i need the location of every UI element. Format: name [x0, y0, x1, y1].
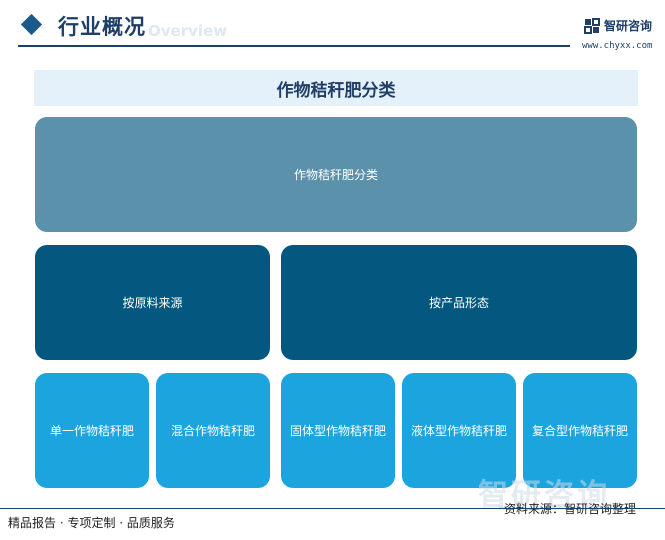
- leaf-node-single-crop: 单一作物秸秆肥: [35, 373, 149, 488]
- diagram-title-banner: 作物秸秆肥分类: [34, 70, 638, 106]
- logo-icon: [584, 18, 600, 34]
- leaf-node-mixed-crop: 混合作物秸秆肥: [156, 373, 270, 488]
- diamond-icon: [20, 13, 43, 36]
- footer-divider: [0, 508, 665, 509]
- header-divider: [18, 45, 570, 47]
- leaf-node-solid: 固体型作物秸秆肥: [281, 373, 395, 488]
- group-node-raw-material: 按原料来源: [35, 245, 270, 360]
- header-title: 行业概况: [58, 15, 146, 39]
- diagram-title: 作物秸秆肥分类: [276, 80, 396, 101]
- company-logo[interactable]: 智研咨询 www.chyxx.com: [582, 15, 662, 55]
- footer-slogan: 精品报告 · 专项定制 · 品质服务: [8, 516, 175, 530]
- group-node-product-form: 按产品形态: [281, 245, 637, 360]
- logo-url: www.chyxx.com: [582, 41, 653, 51]
- logo-name: 智研咨询: [604, 19, 653, 33]
- header-subtitle: Overview: [148, 22, 228, 40]
- root-node: 作物秸秆肥分类: [35, 117, 637, 232]
- page-header: Overview 行业概况 智研咨询 www.chyxx.com: [0, 0, 665, 52]
